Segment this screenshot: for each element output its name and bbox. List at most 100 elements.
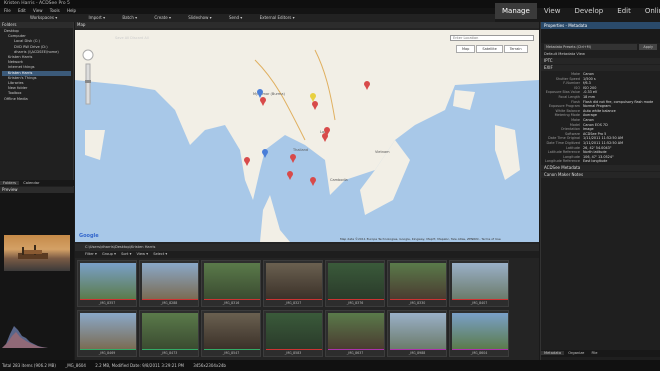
menu-edit[interactable]: Edit bbox=[18, 8, 26, 13]
status-dims: 3456x2304x24b bbox=[193, 363, 226, 368]
preview-pane: Preview bbox=[0, 187, 74, 362]
thumbnail-label: _MG_8547 bbox=[222, 351, 240, 355]
send-menu[interactable]: Send ▾ bbox=[223, 14, 242, 22]
tab-file[interactable]: File bbox=[588, 351, 600, 355]
color-label bbox=[142, 298, 198, 300]
thumbnail[interactable]: _MG_8604 bbox=[449, 310, 509, 357]
section-iptc[interactable]: IPTC bbox=[541, 58, 660, 64]
thumbnail-image bbox=[80, 263, 136, 300]
map-view[interactable]: Myanmar (Burma) Laos Thailand Cambodia V… bbox=[75, 30, 539, 242]
tab-folders[interactable]: Folders bbox=[0, 181, 19, 185]
batch-menu[interactable]: Batch ▾ bbox=[116, 14, 137, 22]
mode-view[interactable]: View bbox=[537, 3, 568, 19]
path-bar[interactable]: C:\Users\dharris\Desktop\Kristen Harris bbox=[75, 244, 539, 251]
view-menu[interactable]: View ▾ bbox=[137, 252, 148, 256]
mode-manage[interactable]: Manage bbox=[495, 3, 537, 19]
color-label bbox=[80, 348, 136, 350]
thumbnail-label: _MG_8473 bbox=[160, 351, 178, 355]
thumbnail[interactable]: _MG_8547 bbox=[201, 310, 261, 357]
menu-help[interactable]: Help bbox=[67, 8, 76, 13]
thumbnail[interactable]: _MG_8327 bbox=[263, 260, 323, 307]
thumbnail-label: _MG_8637 bbox=[346, 351, 364, 355]
slideshow-menu[interactable]: Slideshow ▾ bbox=[182, 14, 211, 22]
workspaces-menu[interactable]: Workspaces ▾ bbox=[0, 14, 57, 22]
map-pin-icon bbox=[262, 149, 268, 158]
property-key: Longitude Reference bbox=[544, 159, 580, 164]
right-panel: Properties - Metadata Metadata Presets (… bbox=[540, 22, 660, 360]
import-menu[interactable]: Import ▾ bbox=[69, 14, 106, 22]
apply-button[interactable]: Apply bbox=[639, 44, 657, 50]
thumbnail-image bbox=[328, 313, 384, 350]
mode-edit[interactable]: Edit bbox=[610, 3, 638, 19]
map-pin-icon bbox=[287, 171, 293, 180]
status-total: Total 283 items (906.2 MB) bbox=[2, 363, 56, 368]
create-menu[interactable]: Create ▾ bbox=[148, 14, 171, 22]
map-save-tabs[interactable]: Save All Discard All bbox=[115, 36, 149, 40]
thumbnail[interactable]: _MG_8316 bbox=[201, 260, 261, 307]
color-label bbox=[266, 348, 322, 350]
menu-tools[interactable]: Tools bbox=[50, 8, 60, 13]
center-panel: Map Myanmar (Burma) Laos Thailand Cambod… bbox=[75, 22, 539, 360]
tab-organize[interactable]: Organize bbox=[565, 351, 587, 355]
thumbnail[interactable]: _MG_8583 bbox=[263, 310, 323, 357]
thumbnail[interactable]: _MG_8988 bbox=[387, 310, 447, 357]
properties-tabs: Metadata Organize File bbox=[541, 350, 660, 357]
thumbnail-image bbox=[328, 263, 384, 300]
properties-icon-row bbox=[541, 29, 660, 43]
map-pins bbox=[82, 49, 370, 186]
section-canon-maker-notes[interactable]: Canon Maker Notes bbox=[541, 171, 660, 178]
thumbnail-label: _MG_8469 bbox=[98, 351, 116, 355]
metadata-preset-select[interactable]: Metadata Presets (Ctrl+M) bbox=[544, 44, 638, 50]
terrain-button[interactable]: Terrain bbox=[503, 45, 528, 53]
color-label bbox=[452, 298, 508, 300]
map-pin-icon bbox=[260, 97, 266, 106]
main-toolbar: Workspaces ▾ Import ▾ Batch ▾ Create ▾ S… bbox=[0, 14, 495, 22]
map-pin-icon bbox=[290, 154, 296, 163]
thumbnail[interactable]: _MG_8288 bbox=[139, 260, 199, 307]
color-label bbox=[80, 298, 136, 300]
left-panel-tabs: Folders Calendar bbox=[0, 180, 74, 186]
preview-boat-icon bbox=[18, 245, 48, 259]
metadata-view-select[interactable]: Default Metadata View bbox=[541, 51, 660, 57]
histogram bbox=[2, 326, 48, 348]
map-button[interactable]: Map bbox=[456, 45, 476, 53]
map-search-input[interactable]: Enter Location bbox=[450, 35, 534, 41]
map-attribution: Map data ©2011 Europa Technologies, Goog… bbox=[340, 237, 501, 241]
property-value[interactable]: East longitude bbox=[583, 159, 607, 164]
mode-develop[interactable]: Develop bbox=[567, 3, 610, 19]
thumbnail[interactable]: _MG_8376 bbox=[325, 260, 385, 307]
external-editors-menu[interactable]: External Editors ▾ bbox=[254, 14, 295, 22]
satellite-button[interactable]: Satellite bbox=[476, 45, 503, 53]
thumbnail[interactable]: _MG_8637 bbox=[325, 310, 385, 357]
thumbnail[interactable]: _MG_8469 bbox=[77, 310, 137, 357]
property-row: Longitude Reference East longitude bbox=[541, 159, 660, 164]
exif-list: Make Canon Shutter Speed 1/500 s F-Number f/6… bbox=[541, 71, 660, 164]
color-label bbox=[266, 298, 322, 300]
color-label bbox=[452, 348, 508, 350]
thumbnail[interactable]: _MG_8330 bbox=[387, 260, 447, 307]
mode-online[interactable]: Online bbox=[638, 3, 660, 19]
tab-metadata[interactable]: Metadata bbox=[541, 351, 565, 355]
menu-view[interactable]: View bbox=[33, 8, 43, 13]
thumbnail-image bbox=[142, 313, 198, 350]
thumbnail-label: _MG_8327 bbox=[284, 301, 302, 305]
group-menu[interactable]: Group ▾ bbox=[102, 252, 116, 256]
thumbnail[interactable]: _MG_8407 bbox=[449, 260, 509, 307]
thumbnail-label: _MG_8330 bbox=[408, 301, 426, 305]
left-panel: Folders Desktop Computer Local Disk (C:)… bbox=[0, 22, 74, 362]
menu-file[interactable]: File bbox=[4, 8, 11, 13]
tab-calendar[interactable]: Calendar bbox=[20, 181, 42, 185]
filter-menu[interactable]: Filter ▾ bbox=[85, 252, 97, 256]
section-acdsee-metadata[interactable]: ACDSee Metadata bbox=[541, 164, 660, 171]
thumbnail-label: _MG_8288 bbox=[160, 301, 178, 305]
thumbnail-label: _MG_8316 bbox=[222, 301, 240, 305]
thumbnail[interactable]: _MG_8357 bbox=[77, 260, 137, 307]
select-menu[interactable]: Select ▾ bbox=[153, 252, 167, 256]
thumbnail-label: _MG_8988 bbox=[408, 351, 426, 355]
sort-menu[interactable]: Sort ▾ bbox=[121, 252, 131, 256]
color-label bbox=[204, 348, 260, 350]
tree-item[interactable]: Offline Media bbox=[2, 97, 71, 102]
thumbnail[interactable]: _MG_8473 bbox=[139, 310, 199, 357]
thumbnail-image bbox=[80, 313, 136, 350]
filter-bar: Filter ▾ Group ▾ Sort ▾ View ▾ Select ▾ bbox=[75, 251, 539, 258]
